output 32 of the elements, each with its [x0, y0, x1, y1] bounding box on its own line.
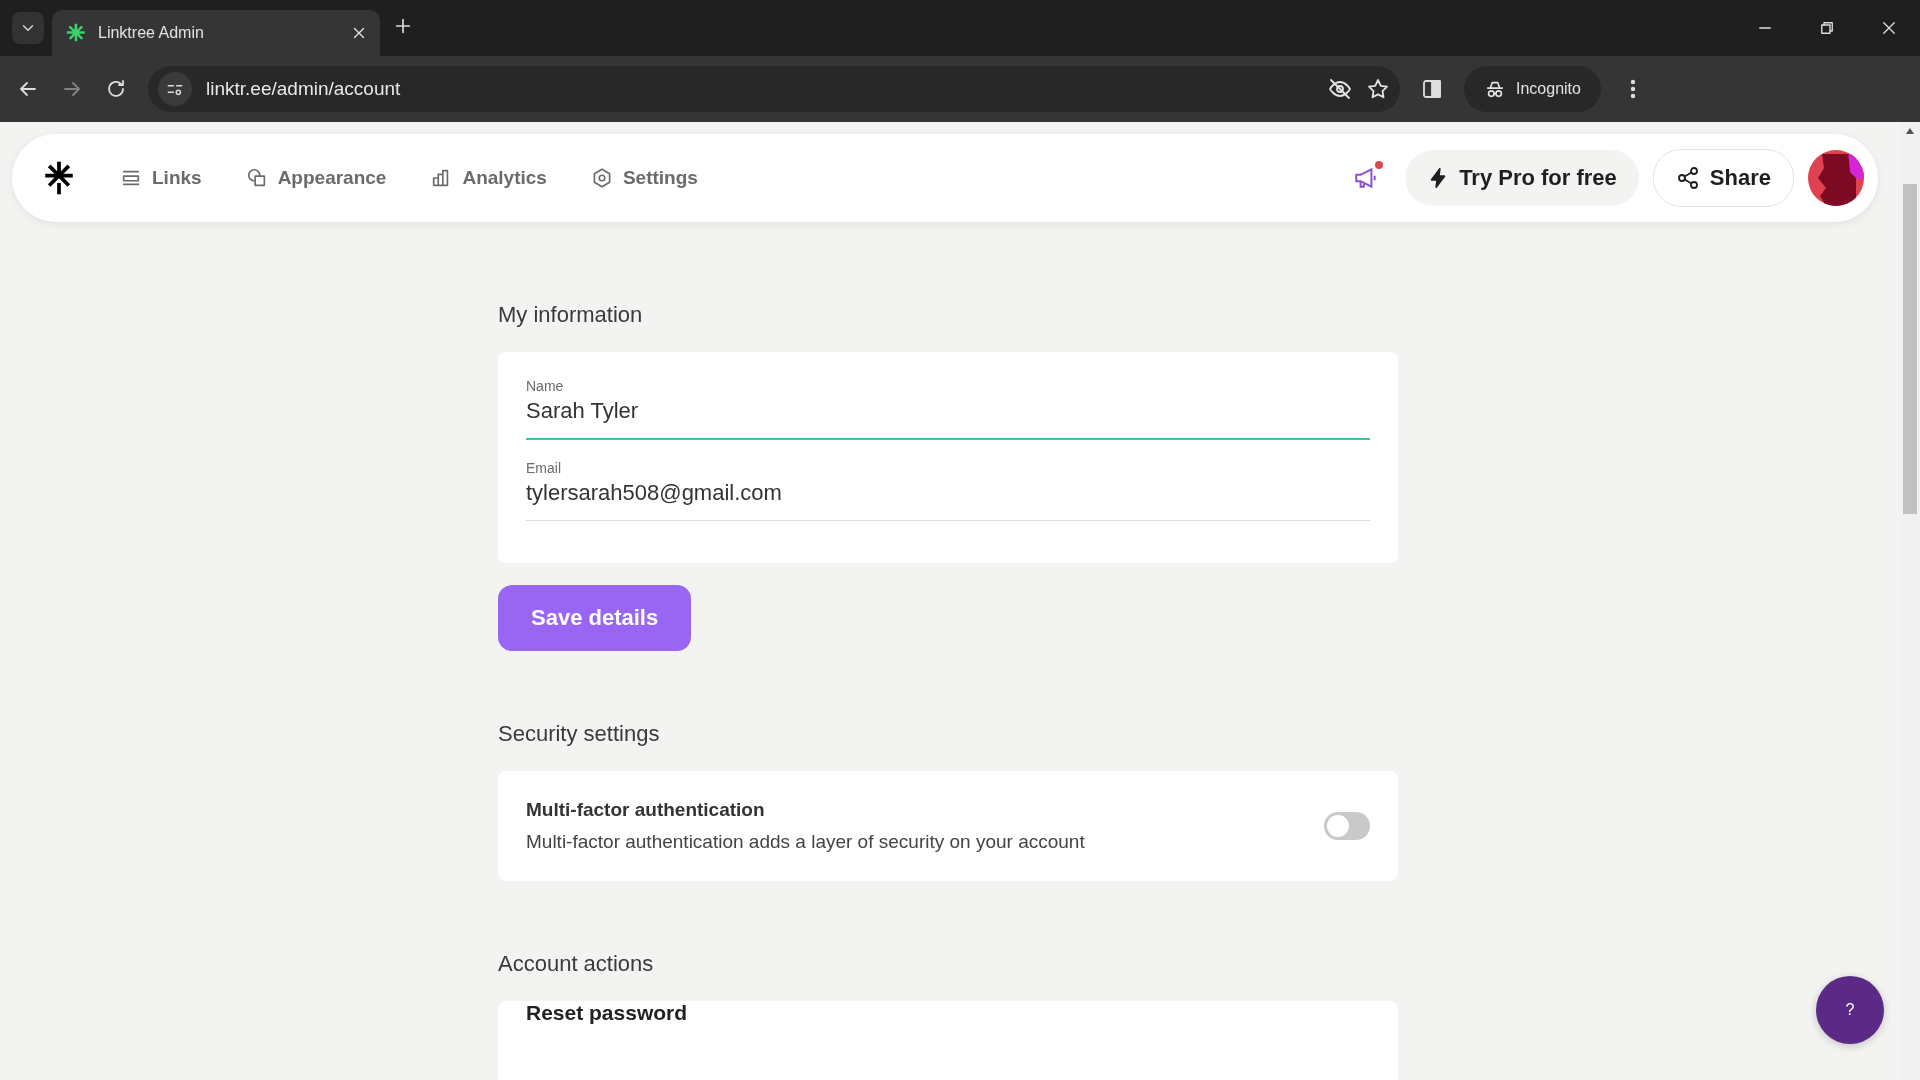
side-panel-icon[interactable] [1420, 77, 1444, 101]
share-button[interactable]: Share [1652, 149, 1794, 207]
close-icon[interactable] [1880, 19, 1898, 37]
reset-password-link[interactable]: Reset password [526, 1001, 688, 1025]
scrollbar-thumb[interactable] [1903, 184, 1917, 514]
nav-tab[interactable]: Settings [578, 157, 710, 199]
nav-tab[interactable]: Links [108, 157, 214, 199]
section-heading: Account actions [498, 951, 654, 977]
section-heading: Security settings [498, 721, 660, 747]
setting-description: Multi-factor authentication adds a layer of security on your account [526, 831, 1085, 853]
browser-tab[interactable]: Linktree Admin [52, 10, 380, 56]
help-button[interactable]: ? [1816, 976, 1884, 1044]
eye-off-icon[interactable] [1328, 77, 1352, 101]
input-field[interactable]: Email tylersarah508@gmail.com [526, 454, 1370, 521]
try-pro-button[interactable]: Try Pro for free [1405, 150, 1639, 206]
save-button[interactable]: Save details [498, 585, 692, 651]
incognito-button[interactable]: Incognito [1464, 66, 1601, 112]
nav-tab[interactable]: Analytics [418, 157, 559, 199]
address-bar[interactable]: linktr.ee/admin/account [148, 66, 1400, 112]
asterisk-logo-icon[interactable] [44, 161, 74, 195]
section-heading: My information [498, 302, 643, 328]
restore-icon[interactable] [1818, 19, 1836, 37]
setting-title: Multi-factor authentication [526, 799, 765, 821]
toggle-switch[interactable] [1324, 812, 1370, 840]
nav-tab[interactable]: Appearance [233, 157, 399, 199]
input-field[interactable]: Name Sarah Tyler [526, 372, 1370, 440]
share-icon [1675, 166, 1700, 190]
star-icon[interactable] [1366, 77, 1390, 101]
asterisk-logo-icon [66, 22, 86, 44]
tab-title: Linktree Admin [98, 24, 205, 42]
avatar[interactable] [1808, 150, 1864, 206]
shapes-icon [245, 167, 268, 189]
